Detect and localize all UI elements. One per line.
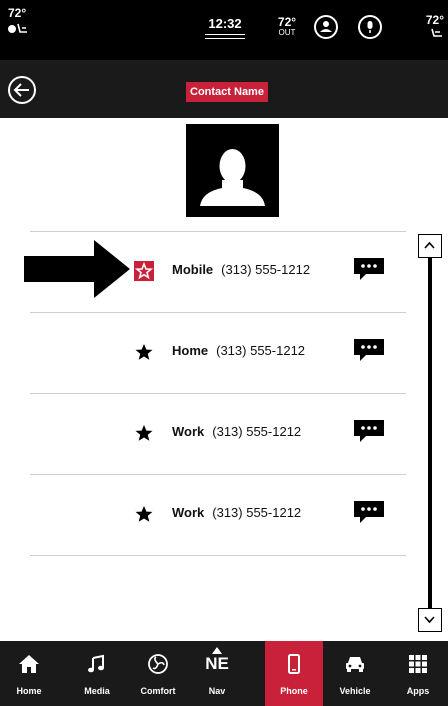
favorite-star-icon[interactable] (134, 261, 154, 281)
heated-seat-icon[interactable] (8, 21, 30, 39)
phone-number: (313) 555-1212 (212, 424, 302, 439)
phone-entry[interactable]: Home (313) 555-1212 (172, 343, 305, 358)
nav-phone[interactable]: Phone (265, 641, 323, 706)
star-icon[interactable] (134, 423, 154, 443)
phone-number: (313) 555-1212 (221, 262, 311, 277)
phone-entry[interactable]: Work (313) 555-1212 (172, 505, 301, 520)
car-icon (346, 657, 364, 672)
nav-vehicle[interactable]: Vehicle (326, 641, 384, 706)
chevron-up-icon (424, 241, 435, 249)
header-bar: Contact Name (0, 60, 448, 118)
nav-comfort[interactable]: Comfort (129, 641, 187, 706)
phone-type: Home (172, 343, 209, 358)
nav-label: Phone (280, 686, 308, 696)
passenger-temperature[interactable]: 72° (426, 14, 444, 26)
fan-icon (148, 654, 168, 674)
nav-nav[interactable]: NE Nav (188, 641, 246, 706)
clock: 12:32 (208, 16, 242, 31)
compass-ne-icon: NE (205, 654, 229, 673)
nav-media[interactable]: Media (68, 641, 126, 706)
nav-label: Apps (406, 686, 430, 696)
phone-row-work[interactable]: Work (313) 555-1212 (30, 393, 406, 473)
phone-entry[interactable]: Mobile (313) 555-1212 (172, 262, 310, 277)
person-silhouette-icon (200, 149, 265, 206)
phone-number: (313) 555-1212 (212, 505, 302, 520)
back-button[interactable] (8, 76, 36, 104)
user-profile-icon[interactable] (314, 15, 338, 39)
list-divider (30, 555, 406, 556)
status-bar: 72° 12:32 72° OUT 72° (0, 0, 448, 60)
outside-temp-label: OUT (278, 28, 296, 37)
home-icon (19, 655, 39, 673)
phone-icon (288, 654, 300, 674)
driver-temperature[interactable]: 72° (8, 7, 26, 19)
bottom-nav: Home Media Comfort NE Nav Phone Vehicle … (0, 641, 448, 706)
nav-label: Comfort (140, 686, 176, 696)
outside-temp-value: 72° (277, 15, 297, 29)
message-icon[interactable] (354, 420, 384, 442)
nav-label: Nav (208, 686, 226, 696)
phone-entry[interactable]: Work (313) 555-1212 (172, 424, 301, 439)
chevron-down-icon (424, 616, 435, 624)
phone-number: (313) 555-1212 (216, 343, 306, 358)
message-icon[interactable] (354, 339, 384, 361)
message-icon[interactable] (354, 258, 384, 280)
music-note-icon (88, 654, 104, 673)
scrollbar-track[interactable] (428, 258, 432, 608)
phone-type: Work (172, 505, 205, 520)
heated-wheel-icon[interactable] (430, 26, 444, 44)
microphone-icon[interactable] (358, 15, 382, 39)
star-icon[interactable] (134, 342, 154, 362)
star-icon[interactable] (134, 504, 154, 524)
scroll-down-button[interactable] (418, 608, 442, 632)
nav-home[interactable]: Home (0, 641, 58, 706)
nav-label: Home (16, 686, 42, 696)
message-icon[interactable] (354, 501, 384, 523)
phone-type: Work (172, 424, 205, 439)
outside-temperature: 72° OUT (272, 16, 302, 37)
nav-apps[interactable]: Apps (389, 641, 447, 706)
grid-icon (409, 655, 427, 673)
contact-name-title: Contact Name (186, 82, 268, 102)
phone-row-mobile[interactable]: Mobile (313) 555-1212 (30, 231, 406, 311)
phone-row-work-2[interactable]: Work (313) 555-1212 (30, 474, 406, 554)
scroll-up-button[interactable] (418, 234, 442, 258)
compass-pointer-icon (212, 647, 222, 654)
back-arrow-icon (13, 83, 29, 97)
nav-label: Vehicle (339, 686, 371, 696)
clock-underline (205, 34, 245, 39)
nav-label: Media (84, 686, 110, 696)
phone-row-home[interactable]: Home (313) 555-1212 (30, 312, 406, 392)
contact-avatar (186, 124, 279, 217)
phone-type: Mobile (172, 262, 214, 277)
